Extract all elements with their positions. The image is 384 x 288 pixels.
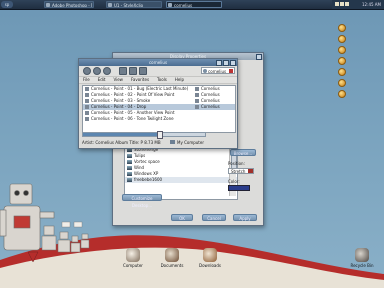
taskbar: sp Adobe Photoshop - [ U1 - StyleXclio c… [0,0,384,10]
taskbar-item-cornelius[interactable]: cornelius [166,1,222,8]
downloads-icon [203,248,217,262]
player-toolbar: cornelius [79,66,237,77]
desktop-icon-documents[interactable]: Documents [157,248,187,268]
stop-icon[interactable] [119,67,127,75]
widget-icon[interactable] [338,46,346,54]
forward-icon[interactable] [103,67,111,75]
music-file-icon [85,93,89,97]
list-item[interactable]: freebebe1600 [125,177,237,183]
track-row[interactable]: Cornelius - Point - 06 - Tone Twilight Z… [83,116,235,122]
status-bar: Artist: Cornelius Album Title: P 8.73 MB… [82,139,234,146]
view-icon[interactable] [139,67,147,75]
taskbar-item-label: U1 - StyleXclio [114,3,144,8]
taskbar-item-photoshop[interactable]: Adobe Photoshop - [ [44,1,94,8]
search-input[interactable]: cornelius [201,67,235,74]
color-swatch[interactable] [228,185,250,191]
track-list[interactable]: Cornelius - Point - 01 - Bug (Electric L… [82,85,236,133]
chevron-down-icon [248,169,253,173]
desktop-icon-computer[interactable]: Computer [118,248,148,268]
music-file-icon [85,99,89,103]
widget-icon[interactable] [338,24,346,32]
image-icon [127,166,132,170]
music-file-icon [195,99,199,103]
progress-knob[interactable] [156,131,163,139]
color-label: Color: [228,179,240,184]
desktop-icon-label: Recycle Bin [350,263,374,268]
widget-icon[interactable] [338,57,346,65]
folder-icon[interactable] [129,67,137,75]
desktop-icon-recycle-bin[interactable]: Recycle Bin [347,248,377,268]
tray-icon[interactable] [345,2,349,6]
start-button[interactable]: sp [1,1,13,8]
position-select[interactable]: Stretch [228,168,254,174]
menu-bar: File Edit View Favorites Tools Help [79,77,237,84]
tray-icon[interactable] [340,2,344,6]
recycle-bin-icon [355,248,369,262]
image-icon [127,178,132,182]
progress-fill [83,133,159,136]
window-title: cornelius [148,60,168,65]
desktop-icon-label: Computer [123,263,143,268]
menu-view[interactable]: View [113,77,123,83]
close-icon[interactable] [256,54,262,60]
status-text: Artist: Cornelius Album Title: P 8.73 MB [82,140,161,145]
image-icon [127,172,132,176]
track-row[interactable]: Cornelius [193,104,220,110]
back-icon[interactable] [83,67,91,75]
customize-desktop-button[interactable]: Customize Desktop... [122,194,162,208]
music-file-icon [195,105,199,109]
clock: 12:45 AM [362,2,381,7]
robot-small-group [41,225,90,253]
widget-icon[interactable] [338,79,346,87]
widget-icon[interactable] [338,35,346,43]
robot-flags [61,221,83,228]
taskbar-item-label: cornelius [174,3,193,8]
desktop-icon-label: Documents [160,263,184,268]
clear-icon[interactable] [229,69,233,73]
music-player-titlebar[interactable]: cornelius [79,59,237,66]
desktop-icon-label: Downloads [199,263,221,268]
system-tray: 12:45 AM [332,0,384,9]
menu-edit[interactable]: Edit [98,77,106,83]
image-icon [127,160,132,164]
taskbar-item-stylexclio[interactable]: U1 - StyleXclio [106,1,162,8]
image-icon [127,154,132,158]
search-icon [203,69,207,73]
location-text: My Computer [177,140,204,145]
music-file-icon [85,87,89,91]
playback-progress[interactable] [82,131,206,139]
menu-tools[interactable]: Tools [157,77,167,83]
menu-help[interactable]: Help [175,77,184,83]
artist-column: Cornelius Cornelius Cornelius Cornelius [193,86,220,110]
wallpaper-list[interactable]: Stonehenge Tulips Vortec space Wind Wind… [124,146,238,200]
tray-icon[interactable] [335,2,339,6]
music-player-window: cornelius cornelius File Edit View Favor… [78,58,238,149]
taskbar-item-label: Adobe Photoshop - [ [52,3,93,8]
computer-icon [126,248,140,262]
widget-icon[interactable] [338,90,346,98]
documents-icon [165,248,179,262]
position-label: Position: [228,161,245,166]
widget-strip [338,24,346,101]
music-file-icon [195,93,199,97]
music-file-icon [195,87,199,91]
play-icon[interactable] [93,67,101,75]
computer-icon [170,140,175,144]
menu-favorites[interactable]: Favorites [131,77,149,83]
music-file-icon [85,117,89,121]
widget-icon[interactable] [338,68,346,76]
photoshop-icon [46,3,50,7]
music-icon [168,3,172,7]
apply-button[interactable]: Apply [233,214,257,221]
cancel-button[interactable]: Cancel [202,214,226,221]
music-file-icon [85,105,89,109]
music-file-icon [85,111,89,115]
ok-button[interactable]: OK [171,214,193,221]
app-icon [108,3,112,7]
menu-file[interactable]: File [83,77,90,83]
desktop-icon-downloads[interactable]: Downloads [195,248,225,268]
browse-button[interactable]: Browse... [230,149,256,156]
